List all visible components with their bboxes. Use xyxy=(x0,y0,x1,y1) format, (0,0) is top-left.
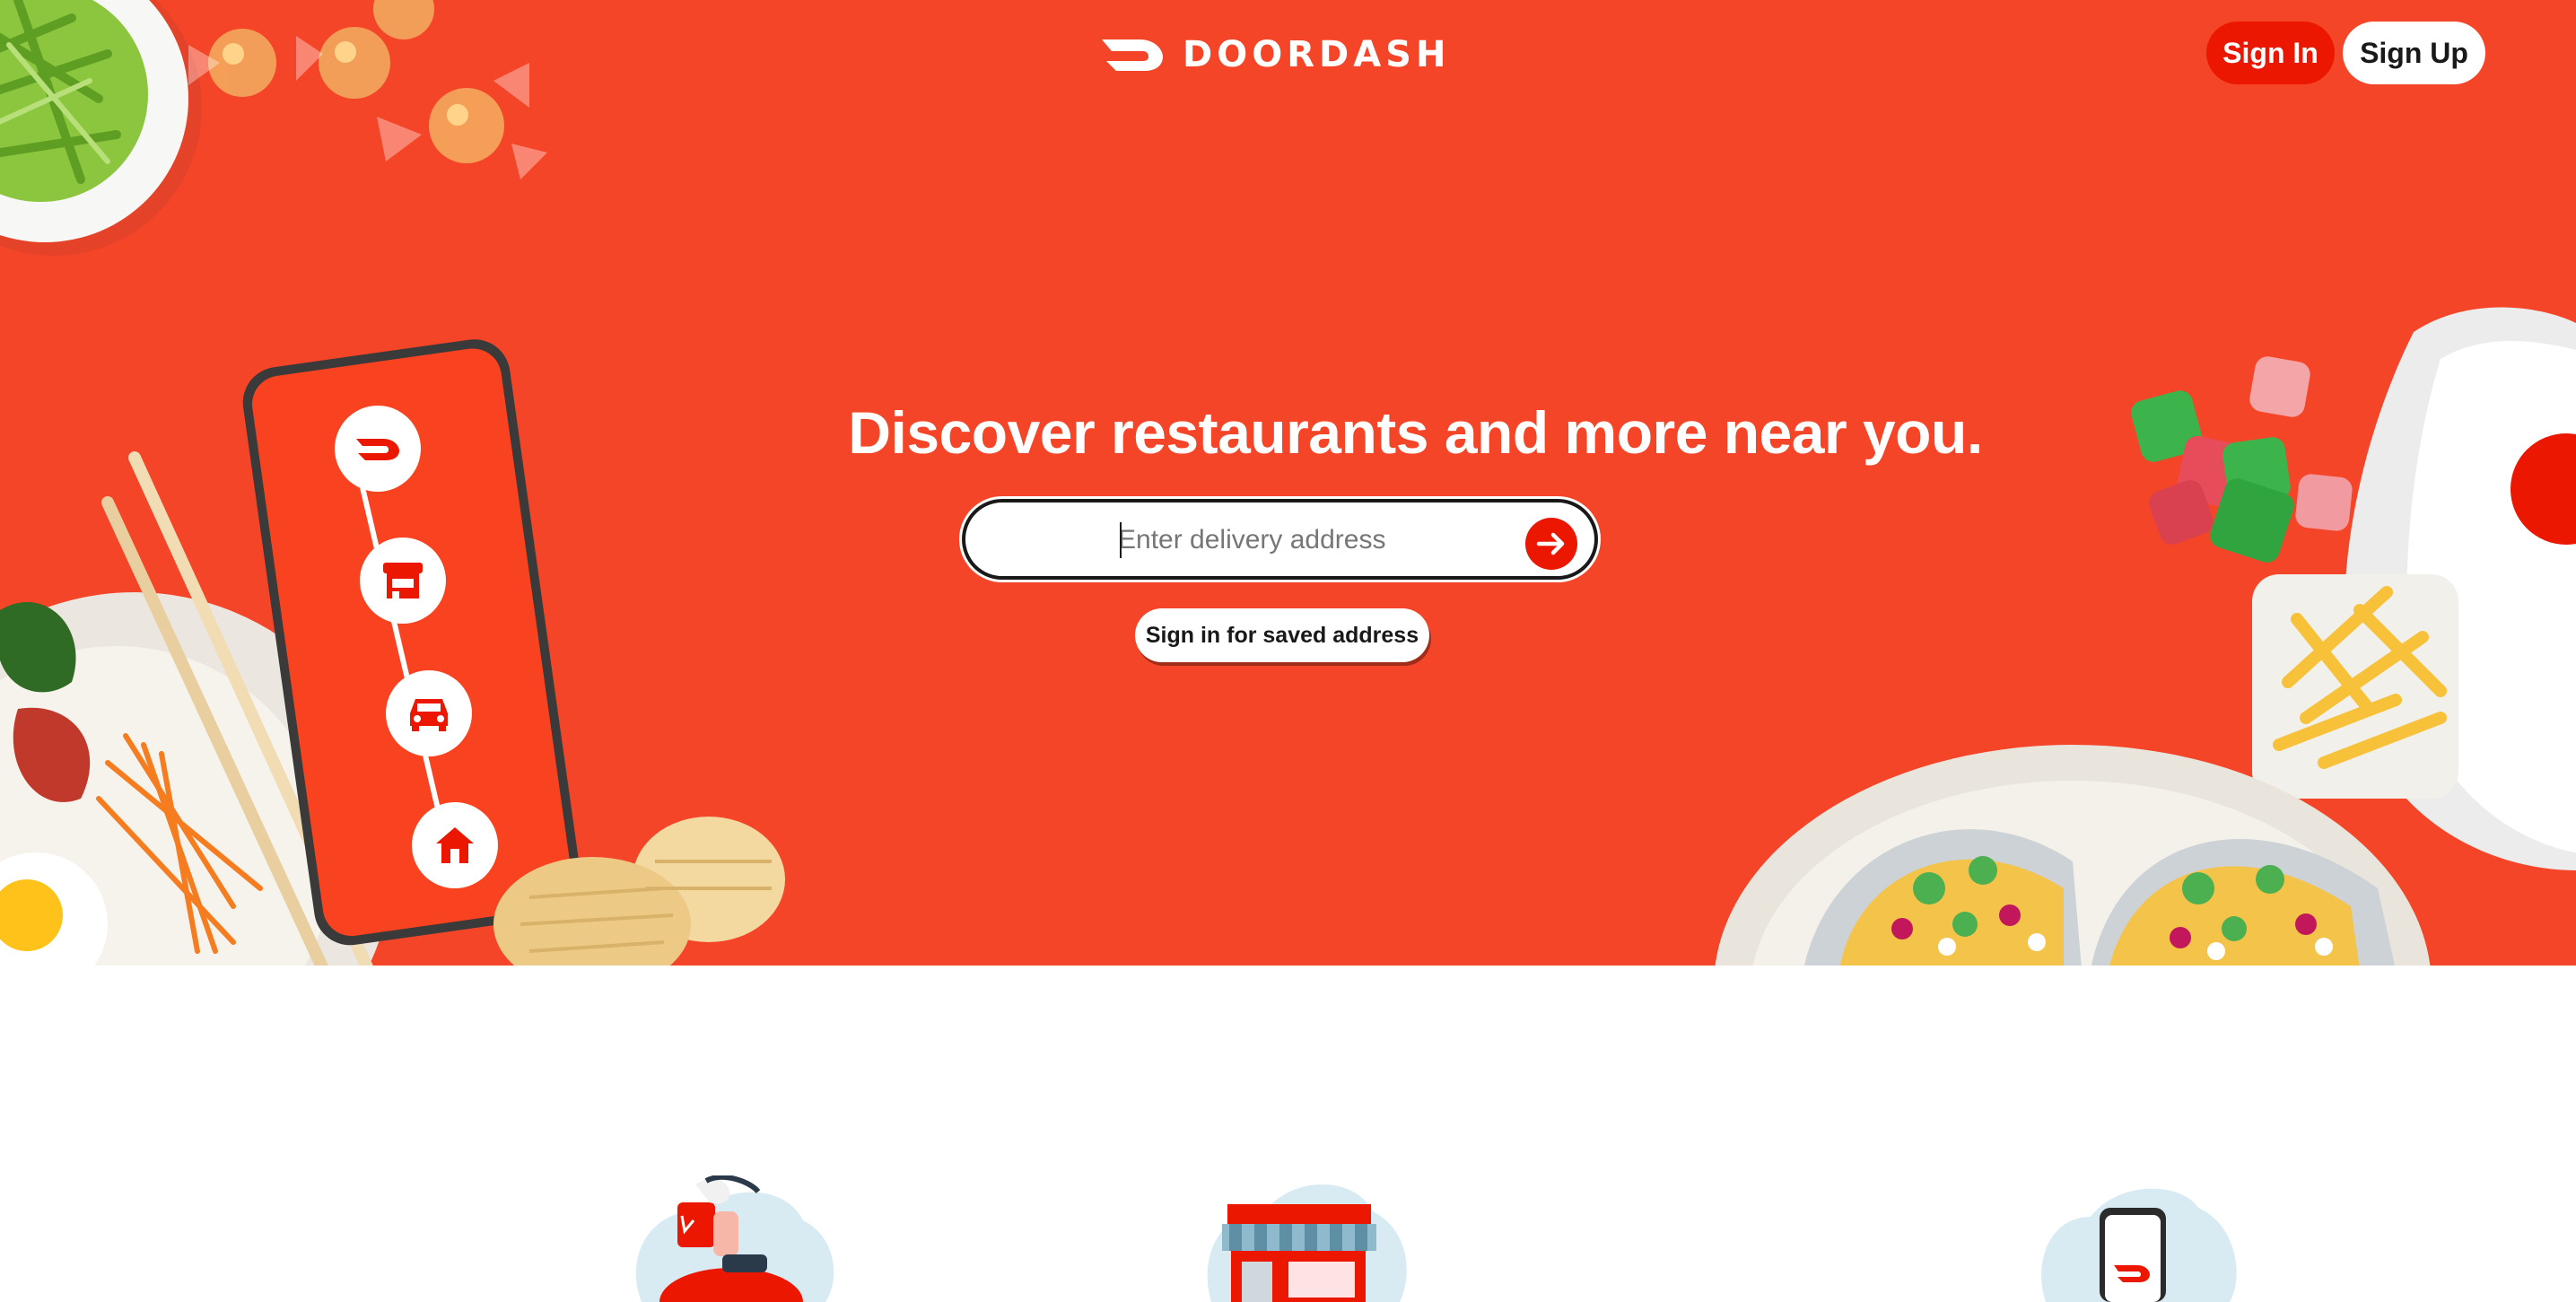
car-icon xyxy=(410,699,448,731)
delivery-address-input[interactable] xyxy=(1118,519,1504,562)
doordash-logo-icon xyxy=(1102,39,1163,71)
address-search-box xyxy=(962,499,1598,580)
phone-step-car xyxy=(386,670,472,756)
chips-image xyxy=(493,817,785,966)
text-caret xyxy=(1120,522,1122,558)
courier-on-scooter-illustration xyxy=(635,1175,834,1302)
features-section xyxy=(0,966,2576,1302)
phone-app-illustration xyxy=(2041,1188,2237,1302)
phone-step-store xyxy=(360,537,446,624)
arrow-right-icon xyxy=(1536,532,1565,555)
hero-section: DOORDASH Sign In Sign Up Discover restau… xyxy=(0,0,2576,966)
phone-step-doordash xyxy=(335,406,421,492)
hero-headline: Discover restaurants and more near you. xyxy=(848,399,1983,466)
sign-in-saved-address-button[interactable]: Sign in for saved address xyxy=(1135,608,1429,662)
sign-up-button[interactable]: Sign Up xyxy=(2343,22,2485,84)
store-icon xyxy=(383,563,423,599)
doordash-logo-icon xyxy=(356,439,399,460)
brand-name: DOORDASH xyxy=(1183,34,1451,75)
tacos-plate-image xyxy=(1715,745,2431,966)
doordash-logo[interactable]: DOORDASH xyxy=(1100,32,1450,77)
submit-address-button[interactable] xyxy=(1525,518,1577,570)
home-icon xyxy=(436,827,474,863)
sign-in-button[interactable]: Sign In xyxy=(2206,22,2335,84)
storefront-illustration xyxy=(1207,1184,1407,1302)
candies-image xyxy=(188,0,547,179)
